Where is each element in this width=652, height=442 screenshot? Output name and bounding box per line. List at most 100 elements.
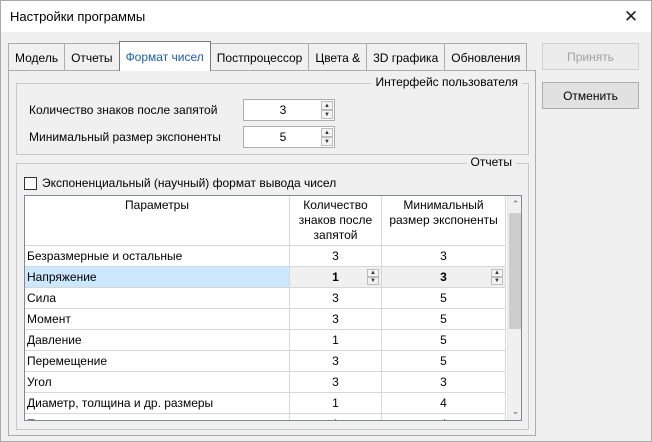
tab-label: Модель (15, 50, 59, 65)
cell-text: 5 (440, 333, 447, 347)
tab-label: Отчеты (71, 50, 113, 65)
spin-down-icon[interactable]: ▼ (491, 277, 503, 285)
cell-text: 5 (440, 354, 447, 368)
cell-stepper[interactable]: ▲ ▼ (367, 269, 379, 285)
table-header: Параметры Количество знаков после запято… (25, 196, 506, 246)
tab-3[interactable]: Постпроцессор (209, 43, 310, 71)
exponent-cell[interactable]: 4 (382, 393, 506, 414)
tab-1[interactable]: Отчеты (64, 43, 120, 71)
decimals-cell[interactable]: 3 (290, 288, 382, 309)
number-format-table: Параметры Количество знаков после запято… (24, 195, 522, 421)
ui-settings-group: Интерфейс пользователя Количество знаков… (16, 75, 529, 155)
exponent-stepper[interactable]: 5 ▲ ▼ (243, 126, 335, 148)
cell-text: 1 (332, 333, 339, 347)
tab-4[interactable]: Цвета & (308, 43, 368, 71)
cell-text: 3 (440, 270, 447, 284)
settings-window: Настройки программы ✕ Модель Отчеты Формат… (0, 0, 652, 442)
cell-text: Плотность (27, 417, 86, 420)
spin-down-icon[interactable]: ▼ (321, 110, 333, 119)
exponent-label: Минимальный размер экспоненты (29, 130, 221, 144)
tab-label: Постпроцессор (216, 50, 303, 65)
column-header-decimals[interactable]: Количество знаков после запятой (290, 196, 382, 246)
table-row[interactable]: Напряжение 1 ▲ ▼ 3 ▲ ▼ (25, 267, 506, 288)
tab-label: Обновления (451, 50, 521, 65)
scroll-up-icon[interactable]: ⌃ (508, 196, 521, 213)
cell-text: Угол (27, 375, 52, 389)
decimals-cell[interactable]: 1 (290, 393, 382, 414)
table-row[interactable]: Момент 3 5 (25, 309, 506, 330)
tab-strip: Модель Отчеты Формат чисел Постпроцессор Цве… (8, 41, 528, 71)
spin-up-icon[interactable]: ▲ (491, 269, 503, 277)
column-header-exponent[interactable]: Минимальный размер экспоненты (382, 196, 506, 246)
decimals-cell[interactable]: 1 ▲ ▼ (290, 267, 382, 288)
table-row[interactable]: Диаметр, толщина и др. размеры 1 4 (25, 393, 506, 414)
cell-text: 5 (440, 291, 447, 305)
close-button[interactable]: ✕ (611, 1, 651, 32)
apply-button[interactable]: Принять (542, 43, 639, 70)
tab-6[interactable]: Обновления (444, 43, 528, 71)
exponent-cell[interactable]: 5 (382, 351, 506, 372)
tab-panel-number-format: Интерфейс пользователя Количество знаков… (8, 70, 536, 436)
table-row[interactable]: Плотность 1 4 (25, 414, 506, 420)
cell-text: Момент (27, 312, 71, 326)
decimals-stepper[interactable]: 3 ▲ ▼ (243, 99, 335, 121)
scroll-down-icon[interactable]: ⌄ (508, 403, 521, 420)
exponent-value: 5 (279, 130, 287, 144)
tab-label: 3D графика (373, 50, 439, 65)
tab-2[interactable]: Формат чисел (118, 41, 211, 71)
cell-stepper[interactable]: ▲ ▼ (491, 269, 503, 285)
table-row[interactable]: Угол 3 3 (25, 372, 506, 393)
spin-up-icon[interactable]: ▲ (321, 101, 333, 110)
tab-label: Формат чисел (125, 49, 204, 64)
scientific-format-checkbox[interactable] (24, 177, 37, 190)
param-name-cell: Момент (25, 309, 290, 330)
exponent-cell[interactable]: 5 (382, 309, 506, 330)
table-row[interactable]: Давление 1 5 (25, 330, 506, 351)
table-row[interactable]: Безразмерные и остальные 3 3 (25, 246, 506, 267)
title-bar: Настройки программы ✕ (1, 1, 651, 32)
scientific-format-label[interactable]: Экспоненциальный (научный) формат вывода… (42, 176, 336, 190)
cell-text: 1 (332, 396, 339, 410)
cell-text: 4 (440, 417, 447, 420)
decimals-cell[interactable]: 1 (290, 414, 382, 420)
exponent-cell[interactable]: 4 (382, 414, 506, 420)
decimals-cell[interactable]: 3 (290, 372, 382, 393)
exponent-cell[interactable]: 5 (382, 288, 506, 309)
vertical-scrollbar[interactable]: ⌃ ⌄ (507, 196, 521, 420)
tab-5[interactable]: 3D графика (366, 43, 446, 71)
decimals-cell[interactable]: 3 (290, 246, 382, 267)
exponent-cell[interactable]: 3 (382, 246, 506, 267)
cell-text: 3 (332, 249, 339, 263)
spin-up-icon[interactable]: ▲ (321, 128, 333, 137)
decimals-label: Количество знаков после запятой (29, 103, 218, 117)
column-header-parameters[interactable]: Параметры (25, 196, 290, 246)
decimals-cell[interactable]: 3 (290, 351, 382, 372)
tab-0[interactable]: Модель (8, 43, 66, 71)
exponent-cell[interactable]: 3 (382, 372, 506, 393)
spin-up-icon[interactable]: ▲ (367, 269, 379, 277)
exponent-cell[interactable]: 5 (382, 330, 506, 351)
cell-text: 4 (440, 396, 447, 410)
table-row[interactable]: Сила 3 5 (25, 288, 506, 309)
exponent-cell[interactable]: 3 ▲ ▼ (382, 267, 506, 288)
cell-text: 3 (332, 312, 339, 326)
param-name-cell: Перемещение (25, 351, 290, 372)
scrollbar-thumb[interactable] (509, 213, 521, 329)
spin-down-icon[interactable]: ▼ (321, 137, 333, 146)
param-name-cell: Напряжение (25, 267, 290, 288)
ui-group-title: Интерфейс пользователя (371, 75, 522, 89)
cell-text: Напряжение (27, 270, 97, 284)
cell-text: Сила (27, 291, 57, 305)
decimals-cell[interactable]: 1 (290, 330, 382, 351)
table-row[interactable]: Перемещение 3 5 (25, 351, 506, 372)
cell-text: 1 (332, 270, 339, 284)
spin-down-icon[interactable]: ▼ (367, 277, 379, 285)
decimals-value: 3 (279, 103, 287, 117)
param-name-cell: Плотность (25, 414, 290, 420)
cell-text: Диаметр, толщина и др. размеры (27, 396, 214, 410)
param-name-cell: Давление (25, 330, 290, 351)
cell-text: Перемещение (27, 354, 107, 368)
cancel-button[interactable]: Отменить (542, 82, 639, 109)
decimals-cell[interactable]: 3 (290, 309, 382, 330)
cell-text: Безразмерные и остальные (27, 249, 183, 263)
